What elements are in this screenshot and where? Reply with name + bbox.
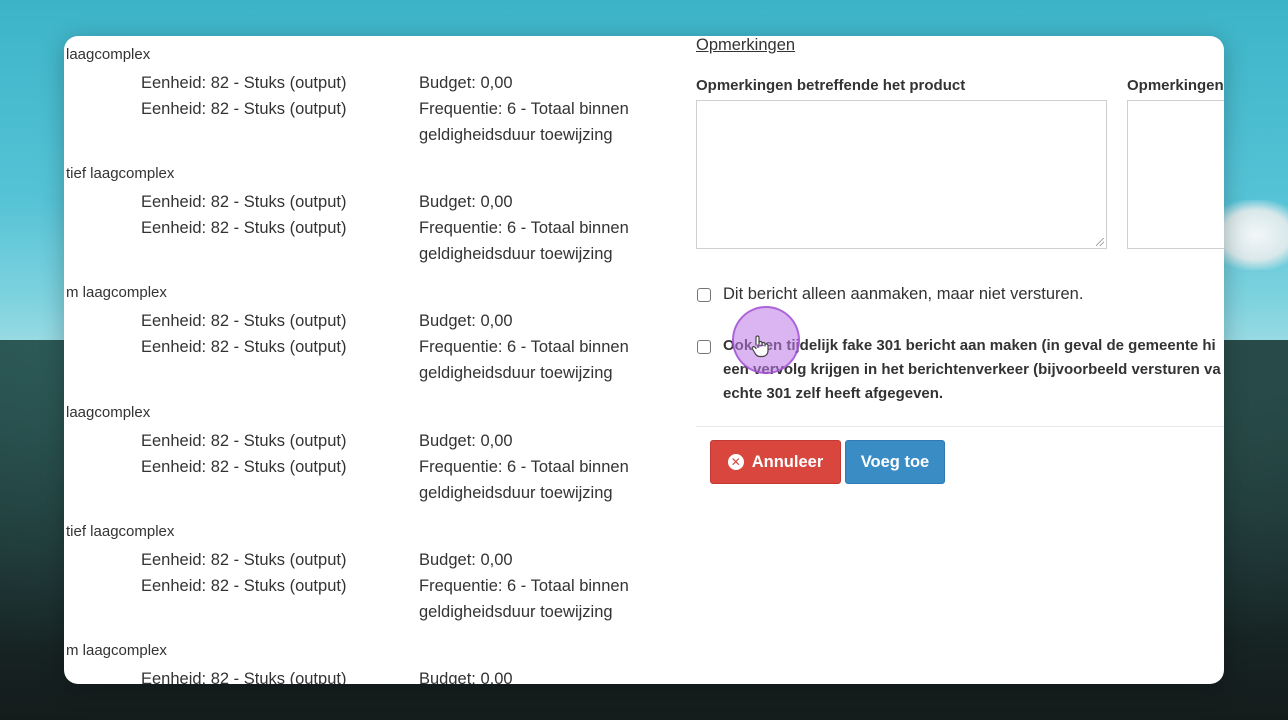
- unit-text: Eenheid: 82 - Stuks (output): [141, 432, 347, 450]
- budget-text: Budget: 0,00: [419, 312, 513, 330]
- product-remarks-label: Opmerkingen betreffende het product: [696, 77, 966, 94]
- add-button[interactable]: Voeg toe: [845, 440, 945, 484]
- frequency-text: Frequentie: 6 - Totaal binnen: [419, 458, 629, 476]
- budget-text: Budget: 0,00: [419, 74, 513, 92]
- budget-text: Budget: 0,00: [419, 432, 513, 450]
- fake301-checkbox[interactable]: [697, 340, 711, 354]
- divider: [696, 426, 1224, 427]
- frequency-text: Frequentie: 6 - Totaal binnen: [419, 219, 629, 237]
- unit-text: Eenheid: 82 - Stuks (output): [141, 577, 347, 595]
- cancel-button-label: Annuleer: [751, 452, 824, 471]
- product-title: laagcomplex: [66, 46, 151, 63]
- frequency-text: Frequentie: 6 - Totaal binnen: [419, 577, 629, 595]
- remarks-section-title[interactable]: Opmerkingen: [696, 36, 795, 55]
- budget-text: Budget: 0,00: [419, 551, 513, 569]
- product-title: m laagcomplex: [66, 642, 167, 659]
- fake301-label-line3: echte 301 zelf heeft afgegeven.: [723, 385, 944, 402]
- frequency-text: geldigheidsduur toewijzing: [419, 603, 613, 621]
- frequency-text: geldigheidsduur toewijzing: [419, 364, 613, 382]
- frequency-text: Frequentie: 6 - Totaal binnen: [419, 338, 629, 356]
- product-title: tief laagcomplex: [66, 165, 175, 182]
- frequency-text: Frequentie: 6 - Totaal binnen: [419, 100, 629, 118]
- frequency-text: geldigheidsduur toewijzing: [419, 484, 613, 502]
- frequency-text: geldigheidsduur toewijzing: [419, 245, 613, 263]
- x-circle-icon: ✕: [727, 454, 744, 470]
- fake301-label-line2: een vervolg krijgen in het berichtenverk…: [723, 361, 1221, 378]
- product-title: laagcomplex: [66, 404, 151, 421]
- unit-text: Eenheid: 82 - Stuks (output): [141, 338, 347, 356]
- resize-handle-icon[interactable]: [1096, 238, 1104, 246]
- budget-text: Budget: 0,00: [419, 193, 513, 211]
- add-button-label: Voeg toe: [860, 452, 930, 471]
- cancel-button[interactable]: ✕ Annuleer: [710, 440, 841, 484]
- unit-text: Eenheid: 82 - Stuks (output): [141, 100, 347, 118]
- product-title: tief laagcomplex: [66, 523, 175, 540]
- unit-text: Eenheid: 82 - Stuks (output): [141, 551, 347, 569]
- create-only-checkbox[interactable]: [697, 288, 711, 302]
- unit-text: Eenheid: 82 - Stuks (output): [141, 458, 347, 476]
- modal-card: laagcomplex Eenheid: 82 - Stuks (output)…: [64, 36, 1224, 684]
- create-only-label: Dit bericht alleen aanmaken, maar niet v…: [723, 285, 1084, 303]
- unit-text: Eenheid: 82 - Stuks (output): [141, 670, 347, 684]
- frequency-text: geldigheidsduur toewijzing: [419, 126, 613, 144]
- budget-text: Budget: 0.00: [419, 670, 513, 684]
- unit-text: Eenheid: 82 - Stuks (output): [141, 219, 347, 237]
- unit-text: Eenheid: 82 - Stuks (output): [141, 312, 347, 330]
- hand-cursor-icon: [751, 335, 769, 358]
- product-list: laagcomplex Eenheid: 82 - Stuks (output)…: [64, 36, 674, 684]
- product-title: m laagcomplex: [66, 284, 167, 301]
- unit-text: Eenheid: 82 - Stuks (output): [141, 193, 347, 211]
- unit-text: Eenheid: 82 - Stuks (output): [141, 74, 347, 92]
- second-remarks-label: Opmerkingen: [1127, 77, 1224, 94]
- product-remarks-textarea[interactable]: [696, 100, 1107, 249]
- second-remarks-textarea[interactable]: [1127, 100, 1224, 249]
